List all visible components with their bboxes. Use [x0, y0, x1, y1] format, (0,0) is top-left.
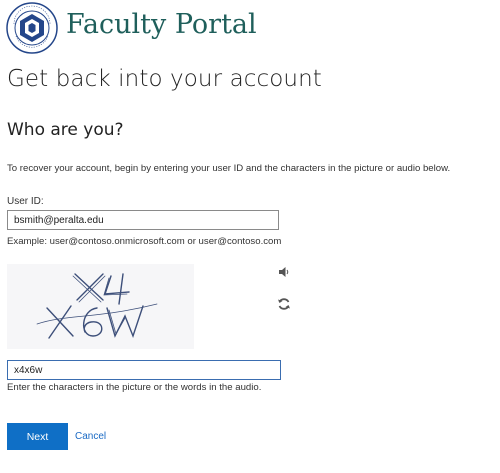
captcha-input[interactable]: [7, 360, 281, 380]
refresh-icon[interactable]: [276, 296, 292, 312]
userid-example-text: Example: user@contoso.onmicrosoft.com or…: [7, 236, 282, 247]
site-header: Faculty Portal: [6, 2, 496, 54]
cancel-link[interactable]: Cancel: [75, 431, 106, 442]
section-subheading: Who are you?: [7, 120, 124, 140]
portal-title: Faculty Portal: [66, 9, 257, 40]
captcha-hint-text: Enter the characters in the picture or t…: [7, 382, 262, 393]
next-button[interactable]: Next: [7, 423, 68, 450]
peralta-seal-logo: [6, 2, 58, 54]
speaker-icon[interactable]: [276, 264, 292, 280]
userid-label: User ID:: [7, 196, 44, 207]
userid-input[interactable]: [7, 210, 279, 230]
instructions-text: To recover your account, begin by enteri…: [7, 163, 451, 174]
page-heading: Get back into your account: [7, 66, 322, 92]
captcha-image: [7, 264, 194, 349]
